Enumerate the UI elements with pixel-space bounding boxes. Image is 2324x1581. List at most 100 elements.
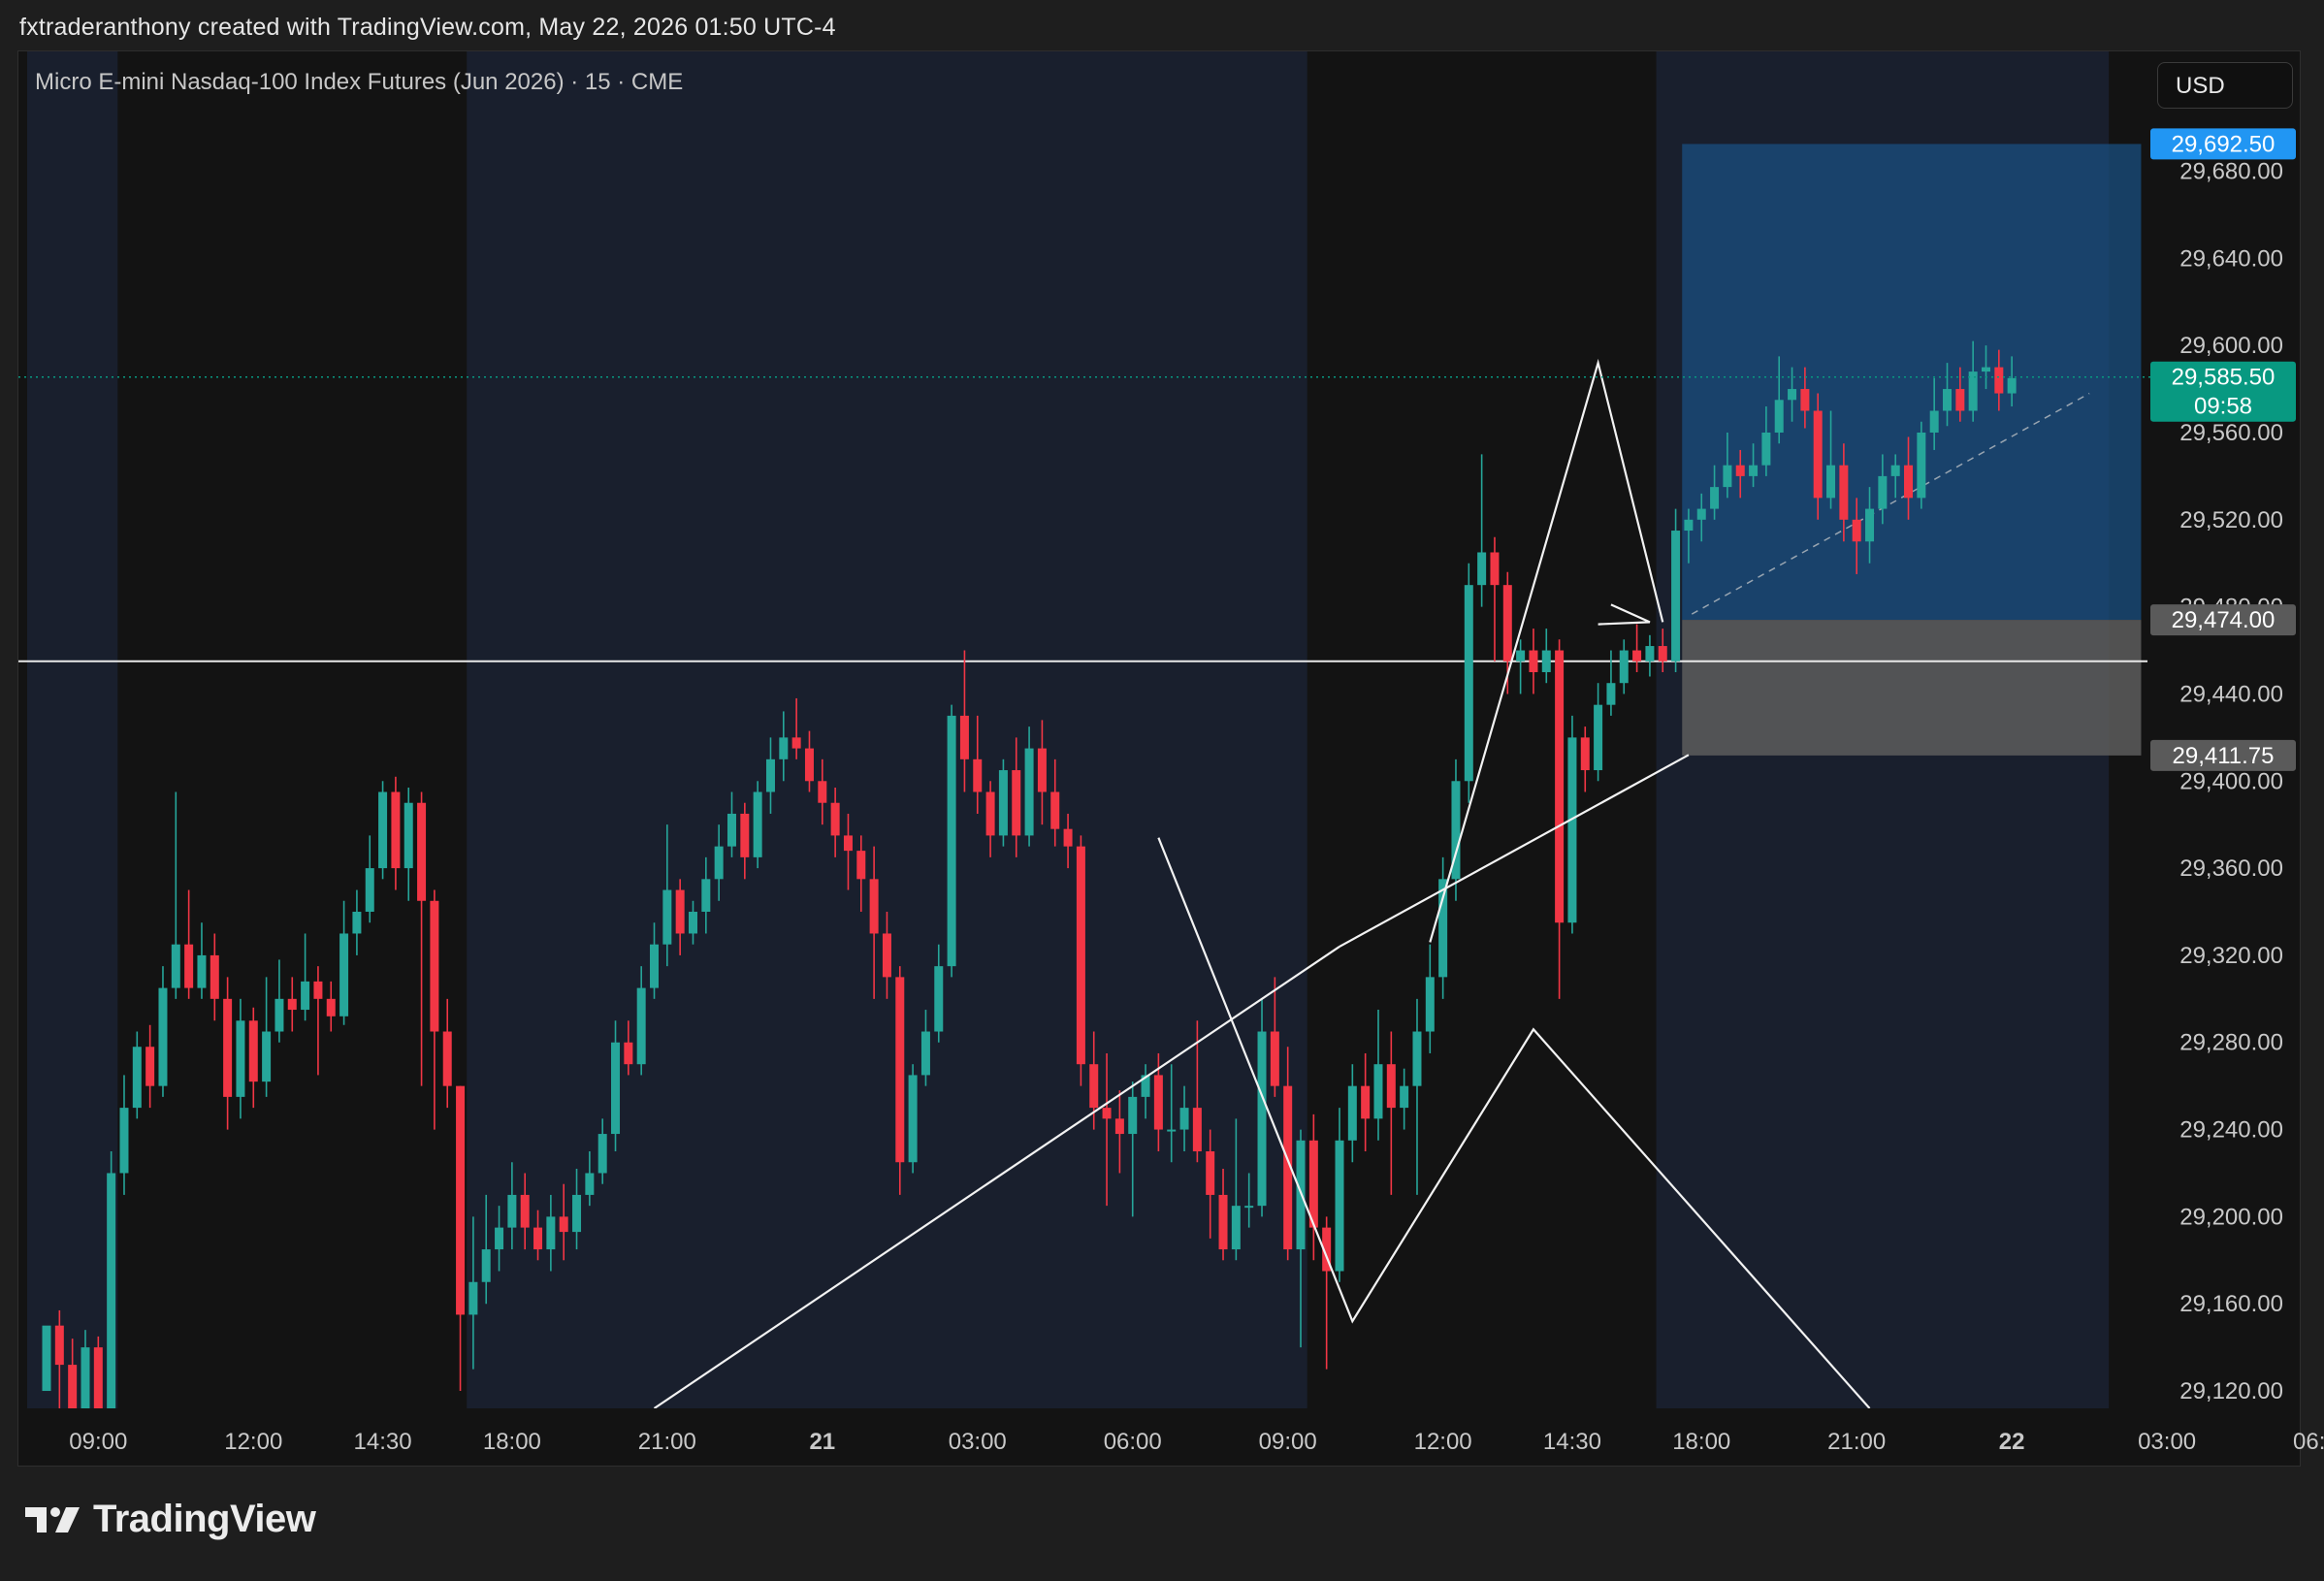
candle-body [1878, 475, 1888, 509]
candle-body [559, 1216, 568, 1233]
candle-body [68, 1365, 78, 1408]
candle-body [1167, 1129, 1177, 1132]
candle-body [391, 791, 401, 869]
candle [1619, 639, 1629, 694]
candle-body [1128, 1096, 1138, 1135]
currency-button[interactable]: USD [2157, 62, 2293, 109]
candle-body [1218, 1194, 1228, 1250]
candle-body [1723, 465, 1732, 488]
candle-body [403, 802, 413, 869]
x-axis-tick-label: 21:00 [638, 1429, 696, 1455]
candle-body [934, 966, 944, 1032]
candle-body [1400, 1085, 1409, 1109]
candle [1322, 1216, 1332, 1370]
candle-body [1231, 1206, 1241, 1250]
candle-body [740, 813, 750, 857]
candle-body [1206, 1151, 1215, 1195]
candle-body [533, 1227, 543, 1250]
candle-body [274, 998, 284, 1032]
x-axis-tick-label: 14:30 [354, 1429, 412, 1455]
candle [947, 704, 956, 978]
x-axis-tick-label: 14:30 [1543, 1429, 1601, 1455]
candle [119, 1075, 129, 1195]
candle-body [107, 1173, 116, 1408]
candlestick-chart[interactable]: 09:00 12:00 14:30 18:00 21:00 21 03:00 06:00 09:… [0, 0, 2324, 1581]
last-price-label-countdown: 09:58 [2194, 394, 2252, 420]
x-axis-tick-label: 21 [809, 1429, 835, 1455]
y-axis-tick-label: 29,360.00 [2179, 855, 2283, 882]
candle [326, 981, 336, 1032]
candle [313, 966, 323, 1076]
candle-body [546, 1216, 556, 1250]
y-axis-tick-label: 29,120.00 [2179, 1378, 2283, 1404]
candle [1361, 1052, 1371, 1152]
candle-body [520, 1194, 530, 1228]
y-axis-tick-label: 29,320.00 [2179, 943, 2283, 969]
x-axis-tick-label: 12:00 [1414, 1429, 1472, 1455]
candle-body [1994, 367, 2004, 394]
candle-body [1464, 585, 1473, 782]
candle [895, 966, 905, 1195]
candle-body [1347, 1085, 1357, 1141]
candle-body [1580, 737, 1590, 771]
candle [274, 959, 284, 1043]
candle-body [1761, 432, 1771, 466]
candle-body [753, 791, 762, 857]
chart-title: Micro E-mini Nasdaq-100 Index Futures (J… [35, 69, 684, 95]
candle-body [1012, 770, 1021, 836]
candle [1400, 1068, 1409, 1130]
candle [210, 933, 219, 1021]
candle-body [869, 879, 879, 934]
candle [365, 835, 374, 923]
candle-body [998, 770, 1008, 836]
candle-body [158, 987, 168, 1086]
candle-body [119, 1108, 129, 1174]
entry-price-label-text: 29,474.00 [2172, 607, 2276, 633]
y-axis-tick-label: 29,160.00 [2179, 1291, 2283, 1317]
candle-body [973, 758, 983, 792]
profit-zone [1682, 144, 2142, 621]
candle-body [920, 1031, 930, 1076]
x-axis-tick-label: 09:00 [1259, 1429, 1317, 1455]
candle-body [818, 781, 827, 803]
candle-body [495, 1227, 504, 1250]
candle-body [1257, 1031, 1267, 1207]
candle-body [287, 998, 297, 1011]
candle [1490, 536, 1500, 661]
candle-body [1114, 1118, 1124, 1135]
candle-body [132, 1047, 142, 1109]
candle-body [1917, 432, 1926, 499]
candle-body [636, 987, 646, 1065]
x-axis-tick-label: 12:00 [224, 1429, 282, 1455]
candle-body [611, 1042, 621, 1135]
candle-body [1555, 650, 1565, 923]
candle-body [1386, 1064, 1396, 1109]
tradingview-logo[interactable]: TradingView [23, 1498, 316, 1541]
candle-body [947, 715, 956, 967]
candle-body [689, 912, 697, 934]
x-axis-tick-label: 18:00 [1672, 1429, 1730, 1455]
candle-body [210, 954, 219, 999]
candle-body [1904, 465, 1914, 499]
candle [1516, 639, 1526, 694]
candle-body [1037, 748, 1047, 792]
candle-body [1645, 646, 1655, 661]
candle-body [1788, 389, 1797, 401]
candle-body [675, 889, 685, 934]
candle-body [1153, 1075, 1163, 1130]
candle-body [1671, 531, 1681, 661]
candle [132, 1031, 142, 1119]
candle-body [313, 981, 323, 999]
candle-body [326, 998, 336, 1016]
x-axis-tick-label: 18:00 [483, 1429, 541, 1455]
candle-body [1606, 683, 1616, 705]
candle-body [248, 1020, 258, 1082]
last-price-label-text: 29,585.50 [2172, 365, 2276, 391]
candle-body [1929, 410, 1939, 433]
candle [1425, 944, 1435, 1053]
y-axis-tick-label: 29,520.00 [2179, 507, 2283, 533]
candle [1529, 629, 1538, 694]
y-axis-tick-label: 29,640.00 [2179, 245, 2283, 272]
candle [753, 781, 762, 869]
candle-body [895, 977, 905, 1163]
